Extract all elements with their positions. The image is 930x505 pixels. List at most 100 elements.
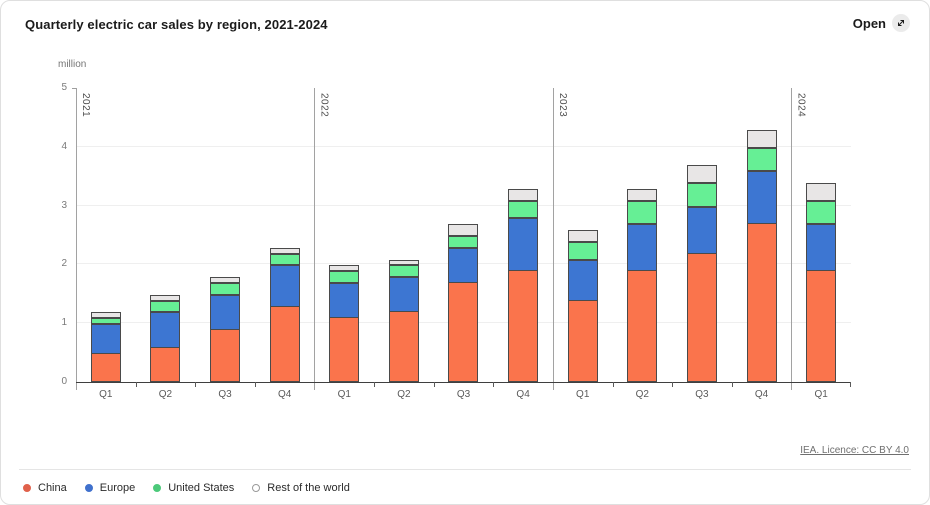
bar-segment-rest-of-the-world[interactable] bbox=[150, 294, 181, 301]
year-separator bbox=[552, 88, 554, 390]
quarter-axis-label: Q1 bbox=[576, 389, 590, 400]
year-separator bbox=[791, 88, 793, 390]
year-separator bbox=[76, 88, 77, 390]
bar-segment-rest-of-the-world[interactable] bbox=[388, 259, 419, 266]
bar-segment-united-states[interactable] bbox=[329, 271, 360, 284]
quarter-axis-label: Q2 bbox=[158, 389, 173, 400]
bar-segment-rest-of-the-world[interactable] bbox=[746, 130, 777, 148]
stacked-bar bbox=[150, 88, 181, 382]
bar-segment-rest-of-the-world[interactable] bbox=[567, 230, 598, 242]
x-axis-tick bbox=[731, 382, 733, 387]
x-axis-tick bbox=[254, 382, 256, 387]
bar-segment-europe[interactable] bbox=[806, 224, 837, 272]
year-separator bbox=[314, 88, 316, 390]
bar-segment-united-states[interactable] bbox=[269, 253, 300, 266]
x-axis-tick bbox=[612, 382, 614, 387]
bar-segment-rest-of-the-world[interactable] bbox=[269, 247, 300, 254]
bar-segment-china[interactable] bbox=[686, 252, 717, 382]
bar-segment-united-states[interactable] bbox=[686, 183, 717, 207]
bar-segment-united-states[interactable] bbox=[90, 318, 121, 325]
quarter-slot: Q1 bbox=[76, 88, 136, 400]
bar-segment-europe[interactable] bbox=[269, 265, 300, 307]
legend-item-europe[interactable]: Europe bbox=[84, 482, 135, 494]
year-label: 2022 bbox=[318, 93, 330, 118]
bar-segment-europe[interactable] bbox=[388, 277, 419, 313]
bar-segment-china[interactable] bbox=[448, 282, 479, 382]
bar-segment-europe[interactable] bbox=[627, 224, 658, 272]
bar-segment-europe[interactable] bbox=[448, 247, 479, 284]
quarter-slot: Q3 bbox=[434, 88, 494, 400]
legend-item-china[interactable]: China bbox=[23, 482, 67, 494]
bar-segment-europe[interactable] bbox=[90, 324, 121, 354]
stacked-bar bbox=[388, 88, 419, 382]
legend-item-united-states[interactable]: United States bbox=[153, 482, 234, 494]
bar-segment-china[interactable] bbox=[627, 270, 658, 382]
stacked-bar bbox=[627, 88, 658, 382]
bar-segment-rest-of-the-world[interactable] bbox=[508, 188, 539, 201]
stacked-bar bbox=[806, 88, 837, 382]
bar-segment-china[interactable] bbox=[388, 311, 419, 382]
open-button[interactable]: Open bbox=[853, 14, 910, 32]
legend-dot-icon bbox=[84, 484, 93, 492]
x-axis-tick bbox=[433, 382, 435, 387]
bar-segment-europe[interactable] bbox=[686, 206, 717, 254]
bar-segment-united-states[interactable] bbox=[806, 200, 837, 225]
stacked-bar bbox=[448, 88, 479, 382]
quarter-slot: Q1 bbox=[791, 88, 851, 400]
bar-segment-europe[interactable] bbox=[329, 283, 360, 319]
bar-segment-rest-of-the-world[interactable] bbox=[329, 265, 360, 272]
bar-segment-china[interactable] bbox=[150, 346, 181, 382]
legend-item-rest-of-the-world[interactable]: Rest of the world bbox=[252, 482, 350, 494]
bar-segment-rest-of-the-world[interactable] bbox=[90, 312, 121, 319]
bar-segment-united-states[interactable] bbox=[210, 283, 241, 295]
x-axis-line bbox=[76, 381, 851, 383]
legend-dot-icon bbox=[153, 484, 162, 492]
quarter-axis-label: Q2 bbox=[635, 389, 649, 400]
quarter-axis-label: Q1 bbox=[814, 389, 828, 400]
bar-segment-china[interactable] bbox=[90, 352, 121, 382]
x-axis-tick bbox=[493, 382, 495, 387]
bar-segment-europe[interactable] bbox=[210, 294, 241, 331]
stacked-bar bbox=[746, 88, 777, 382]
y-axis-tick-label: 3 bbox=[61, 199, 67, 211]
bar-segment-united-states[interactable] bbox=[448, 236, 479, 248]
bar-segment-china[interactable] bbox=[567, 299, 598, 382]
y-axis-tick-label: 4 bbox=[61, 140, 67, 152]
bar-segment-china[interactable] bbox=[746, 223, 777, 382]
bar-segment-china[interactable] bbox=[806, 270, 837, 382]
bar-segment-united-states[interactable] bbox=[627, 200, 658, 225]
stacked-bar bbox=[567, 88, 598, 382]
quarter-axis-label: Q2 bbox=[397, 389, 411, 400]
legend-label: China bbox=[38, 482, 67, 494]
bar-segment-rest-of-the-world[interactable] bbox=[448, 224, 479, 236]
bar-segment-rest-of-the-world[interactable] bbox=[210, 277, 241, 284]
bar-segment-europe[interactable] bbox=[746, 171, 777, 225]
x-axis-tick bbox=[374, 382, 376, 387]
bar-segment-china[interactable] bbox=[269, 305, 300, 382]
year-label: 2023 bbox=[556, 93, 568, 118]
bar-segment-europe[interactable] bbox=[567, 259, 598, 301]
bar-segment-rest-of-the-world[interactable] bbox=[686, 165, 717, 184]
source-link[interactable]: IEA. Licence: CC BY 4.0 bbox=[800, 445, 909, 456]
bar-segment-rest-of-the-world[interactable] bbox=[627, 188, 658, 201]
y-axis-tick-label: 0 bbox=[61, 376, 67, 387]
bar-segment-united-states[interactable] bbox=[746, 147, 777, 172]
quarter-slot: Q4 bbox=[255, 88, 315, 400]
bar-segment-united-states[interactable] bbox=[150, 300, 181, 313]
bar-segment-europe[interactable] bbox=[150, 312, 181, 348]
bar-segment-china[interactable] bbox=[210, 329, 241, 382]
bar-segment-rest-of-the-world[interactable] bbox=[806, 183, 837, 201]
bar-segment-china[interactable] bbox=[329, 317, 360, 382]
x-axis-tick bbox=[135, 382, 137, 387]
quarter-slot: Q2 bbox=[613, 88, 673, 400]
x-axis-tick bbox=[672, 382, 674, 387]
stacked-bar bbox=[686, 88, 717, 382]
bar-segment-united-states[interactable] bbox=[388, 265, 419, 278]
bar-segment-europe[interactable] bbox=[508, 218, 539, 272]
quarter-axis-label: Q3 bbox=[218, 389, 232, 400]
stacked-bar bbox=[269, 88, 300, 382]
bar-segment-united-states[interactable] bbox=[508, 200, 539, 219]
bar-segment-china[interactable] bbox=[508, 270, 539, 382]
bar-segment-united-states[interactable] bbox=[567, 241, 598, 260]
plot-area: 0 1 2 3 4 5 2021 Q1 Q2 Q3 Q4 2022 Q1 Q2 Q3 Q4 2023 Q1 Q2 Q3… bbox=[61, 83, 851, 400]
